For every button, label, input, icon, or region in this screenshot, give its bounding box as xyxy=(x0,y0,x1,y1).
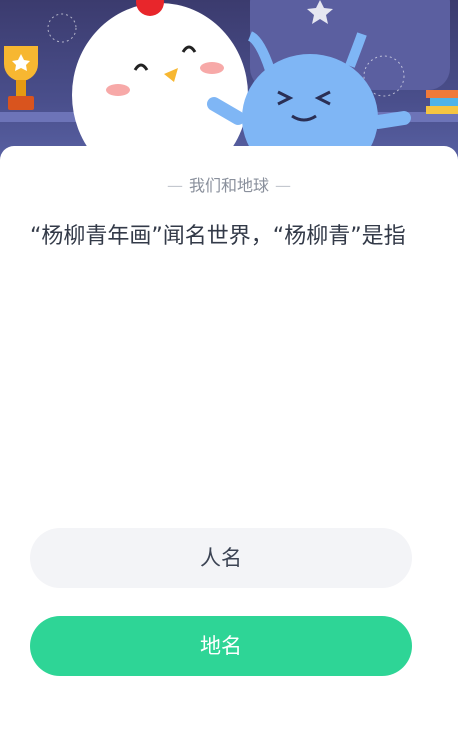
subject-text: 我们和地球 xyxy=(188,176,269,195)
option-a-label: 人名 xyxy=(200,546,242,570)
option-b-button[interactable]: 地名 xyxy=(30,616,412,676)
subject-dash-left: — xyxy=(166,176,183,195)
decor-ring xyxy=(47,13,77,43)
option-a-button[interactable]: 人名 xyxy=(30,528,412,588)
header-banner xyxy=(0,0,458,170)
option-b-label: 地名 xyxy=(200,634,242,658)
chicken-mascot-icon xyxy=(72,0,248,170)
subject-dash-right: — xyxy=(275,176,291,195)
question-text: “杨柳青年画”闻名世界，“杨柳青”是指 xyxy=(30,224,406,249)
trophy-icon xyxy=(4,46,38,110)
subject-label: — 我们和地球 — xyxy=(0,172,458,196)
books-icon xyxy=(426,90,458,114)
banner-illustration xyxy=(0,0,458,170)
